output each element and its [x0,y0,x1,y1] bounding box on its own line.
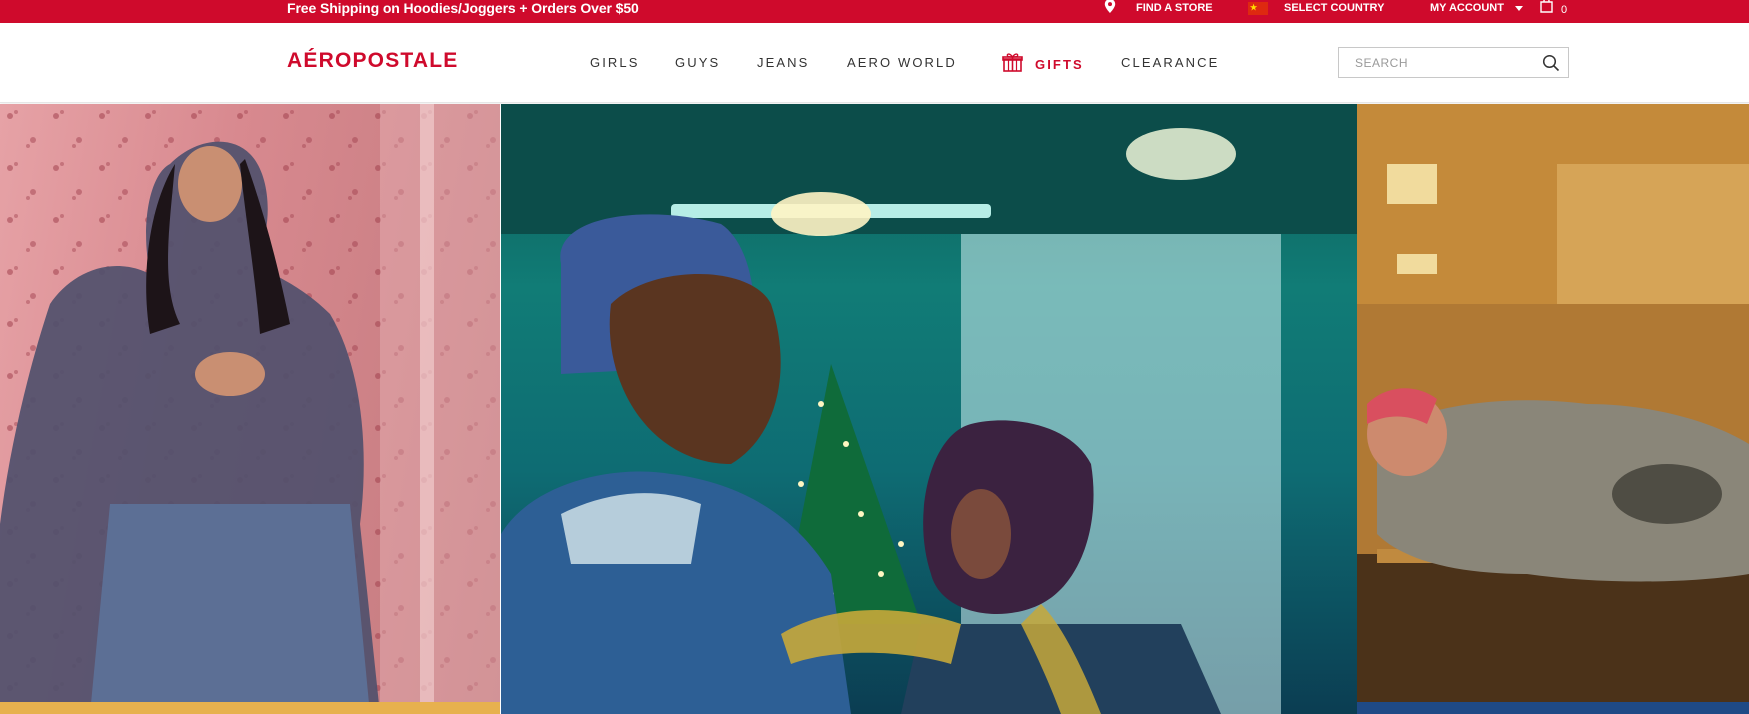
gift-icon [1002,52,1023,77]
my-account-dropdown[interactable]: MY ACCOUNT [1430,0,1523,17]
search-input[interactable] [1340,49,1530,76]
site-logo[interactable]: AÉROPOSTALE [287,49,459,73]
find-store-link[interactable]: FIND A STORE [1104,0,1213,17]
select-country-label: SELECT COUNTRY [1284,2,1385,14]
utility-bar: Free Shipping on Hoodies/Joggers + Order… [0,0,1749,23]
nav-aero-world[interactable]: AERO WORLD [847,54,957,72]
select-country-link[interactable]: SELECT COUNTRY [1248,0,1384,17]
my-account-label: MY ACCOUNT [1430,2,1504,14]
shopping-bag-icon [1540,0,1553,19]
hero-image-guys[interactable] [1357,104,1749,714]
hero-image-lower-right [1357,702,1749,714]
nav-jeans[interactable]: JEANS [757,54,809,72]
find-store-label: FIND A STORE [1136,2,1213,14]
nav-guys[interactable]: GUYS [675,54,720,72]
search-box [1338,47,1569,78]
shopping-bag-link[interactable]: 0 [1540,0,1567,17]
hero-image-couple[interactable] [501,104,1357,714]
hero-image-girls[interactable] [0,104,500,714]
flag-icon [1248,0,1268,16]
search-icon[interactable] [1542,54,1560,72]
bag-count: 0 [1561,4,1568,16]
nav-gifts[interactable]: GIFTS [1002,52,1084,77]
nav-clearance[interactable]: CLEARANCE [1121,54,1219,72]
caret-down-icon [1514,6,1523,11]
nav-gifts-label: GIFTS [1035,56,1084,72]
nav-girls[interactable]: GIRLS [590,54,640,72]
site-header: AÉROPOSTALE GIRLS GUYS JEANS AERO WORLD … [0,23,1749,103]
hero-image-lower-left [0,702,500,714]
map-pin-icon [1104,0,1116,19]
promo-banner-text[interactable]: Free Shipping on Hoodies/Joggers + Order… [287,0,639,23]
